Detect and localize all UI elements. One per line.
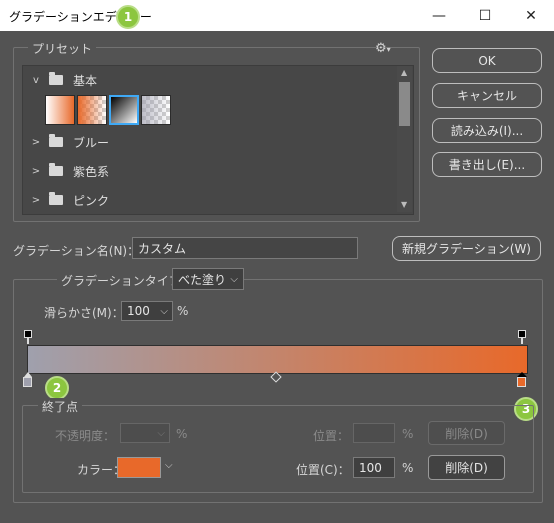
opacity-stop-right-stem [521,338,523,344]
preset-list[interactable]: v 基本 > ブルー > 紫色系 > ピンク ▲ ▼ [22,65,414,215]
preset-folder-pink[interactable]: > ピンク [23,186,397,214]
minimize-button[interactable]: — [416,0,462,31]
chevron-down-icon[interactable]: ⌵ [160,306,168,317]
new-gradient-button[interactable]: 新規グラデーション(W) [392,236,541,261]
smoothness-label: 滑らかさ(M)： [44,306,124,320]
gradient-name-input[interactable]: カスタム [132,237,358,259]
opacity-stop-right[interactable] [518,330,526,338]
chevron-down-icon[interactable]: v [29,75,43,86]
opacity-stop-left[interactable] [24,330,32,338]
preset-folder-basic[interactable]: v 基本 [23,66,397,94]
location-label: 位置(C)： [296,463,350,477]
color-stop-left[interactable] [23,377,32,387]
color-stop-right[interactable] [517,377,526,387]
chevron-down-icon: ⌵ [157,427,165,439]
save-button[interactable]: 書き出し(E)... [432,152,542,177]
scroll-up-icon[interactable]: ▲ [401,68,407,77]
preset-settings-gear-icon[interactable]: ⚙▾ [375,41,391,56]
gradient-type-select[interactable]: べた塗り ⌵ [172,268,244,290]
opacity-stop-left-stem [27,338,29,344]
chevron-down-icon: ⌵ [230,273,238,285]
stops-legend: 終了点 [38,398,83,415]
chevron-right-icon[interactable]: > [29,195,43,206]
preset-folder-label: 基本 [73,73,98,88]
close-button[interactable]: ✕ [508,0,554,31]
preset-swatch-fg-transparent[interactable] [77,95,107,125]
scroll-down-icon[interactable]: ▼ [401,200,407,209]
chevron-right-icon[interactable]: > [29,166,43,177]
smoothness-input[interactable]: 100 ⌵ [121,301,173,321]
opacity-label: 不透明度： [55,429,116,443]
preset-folder-purple[interactable]: > 紫色系 [23,157,397,185]
gradient-name-label: グラデーション名(N)： [13,244,140,258]
scrollbar-thumb[interactable] [399,82,410,126]
opacity-input: ⌵ [120,423,170,443]
gradient-preview-bar[interactable] [27,345,528,374]
annotation-marker-1: 1 [116,5,140,29]
presets-legend: プリセット [28,40,97,57]
maximize-icon: ☐ [478,7,492,24]
preset-folder-label: 紫色系 [73,164,110,179]
preset-swatch-fg-bg[interactable] [45,95,75,125]
location-input[interactable]: 100 [353,457,395,478]
preset-folder-blue[interactable]: > ブルー [23,128,397,156]
opacity-location-label: 位置： [313,429,350,443]
preset-scrollbar[interactable]: ▲ ▼ [397,66,412,212]
preset-swatch-black-white[interactable] [109,95,139,125]
preset-swatch-transparent[interactable] [141,95,171,125]
minimize-icon: — [432,7,446,24]
delete-opacity-stop-button: 削除(D) [428,421,505,445]
preset-folder-label: ブルー [73,135,110,150]
folder-icon [49,134,63,147]
folder-icon [49,72,63,85]
annotation-marker-2: 2 [45,376,69,400]
opacity-location-input [353,423,395,443]
delete-color-stop-button[interactable]: 削除(D) [428,455,505,480]
load-button[interactable]: 読み込み(I)... [432,118,542,143]
folder-icon [49,192,63,205]
preset-folder-label: ピンク [73,193,110,208]
chevron-down-icon[interactable]: ⌵ [165,460,173,471]
ok-button[interactable]: OK [432,48,542,73]
chevron-right-icon[interactable]: > [29,137,43,148]
location-unit: % [402,461,414,475]
folder-icon [49,163,63,176]
opacity-location-unit: % [402,427,414,441]
opacity-unit: % [176,427,188,441]
stop-color-swatch[interactable] [117,457,161,478]
maximize-button[interactable]: ☐ [462,0,508,31]
close-icon: ✕ [525,7,537,24]
smoothness-unit: % [177,304,189,318]
cancel-button[interactable]: キャンセル [432,83,542,108]
